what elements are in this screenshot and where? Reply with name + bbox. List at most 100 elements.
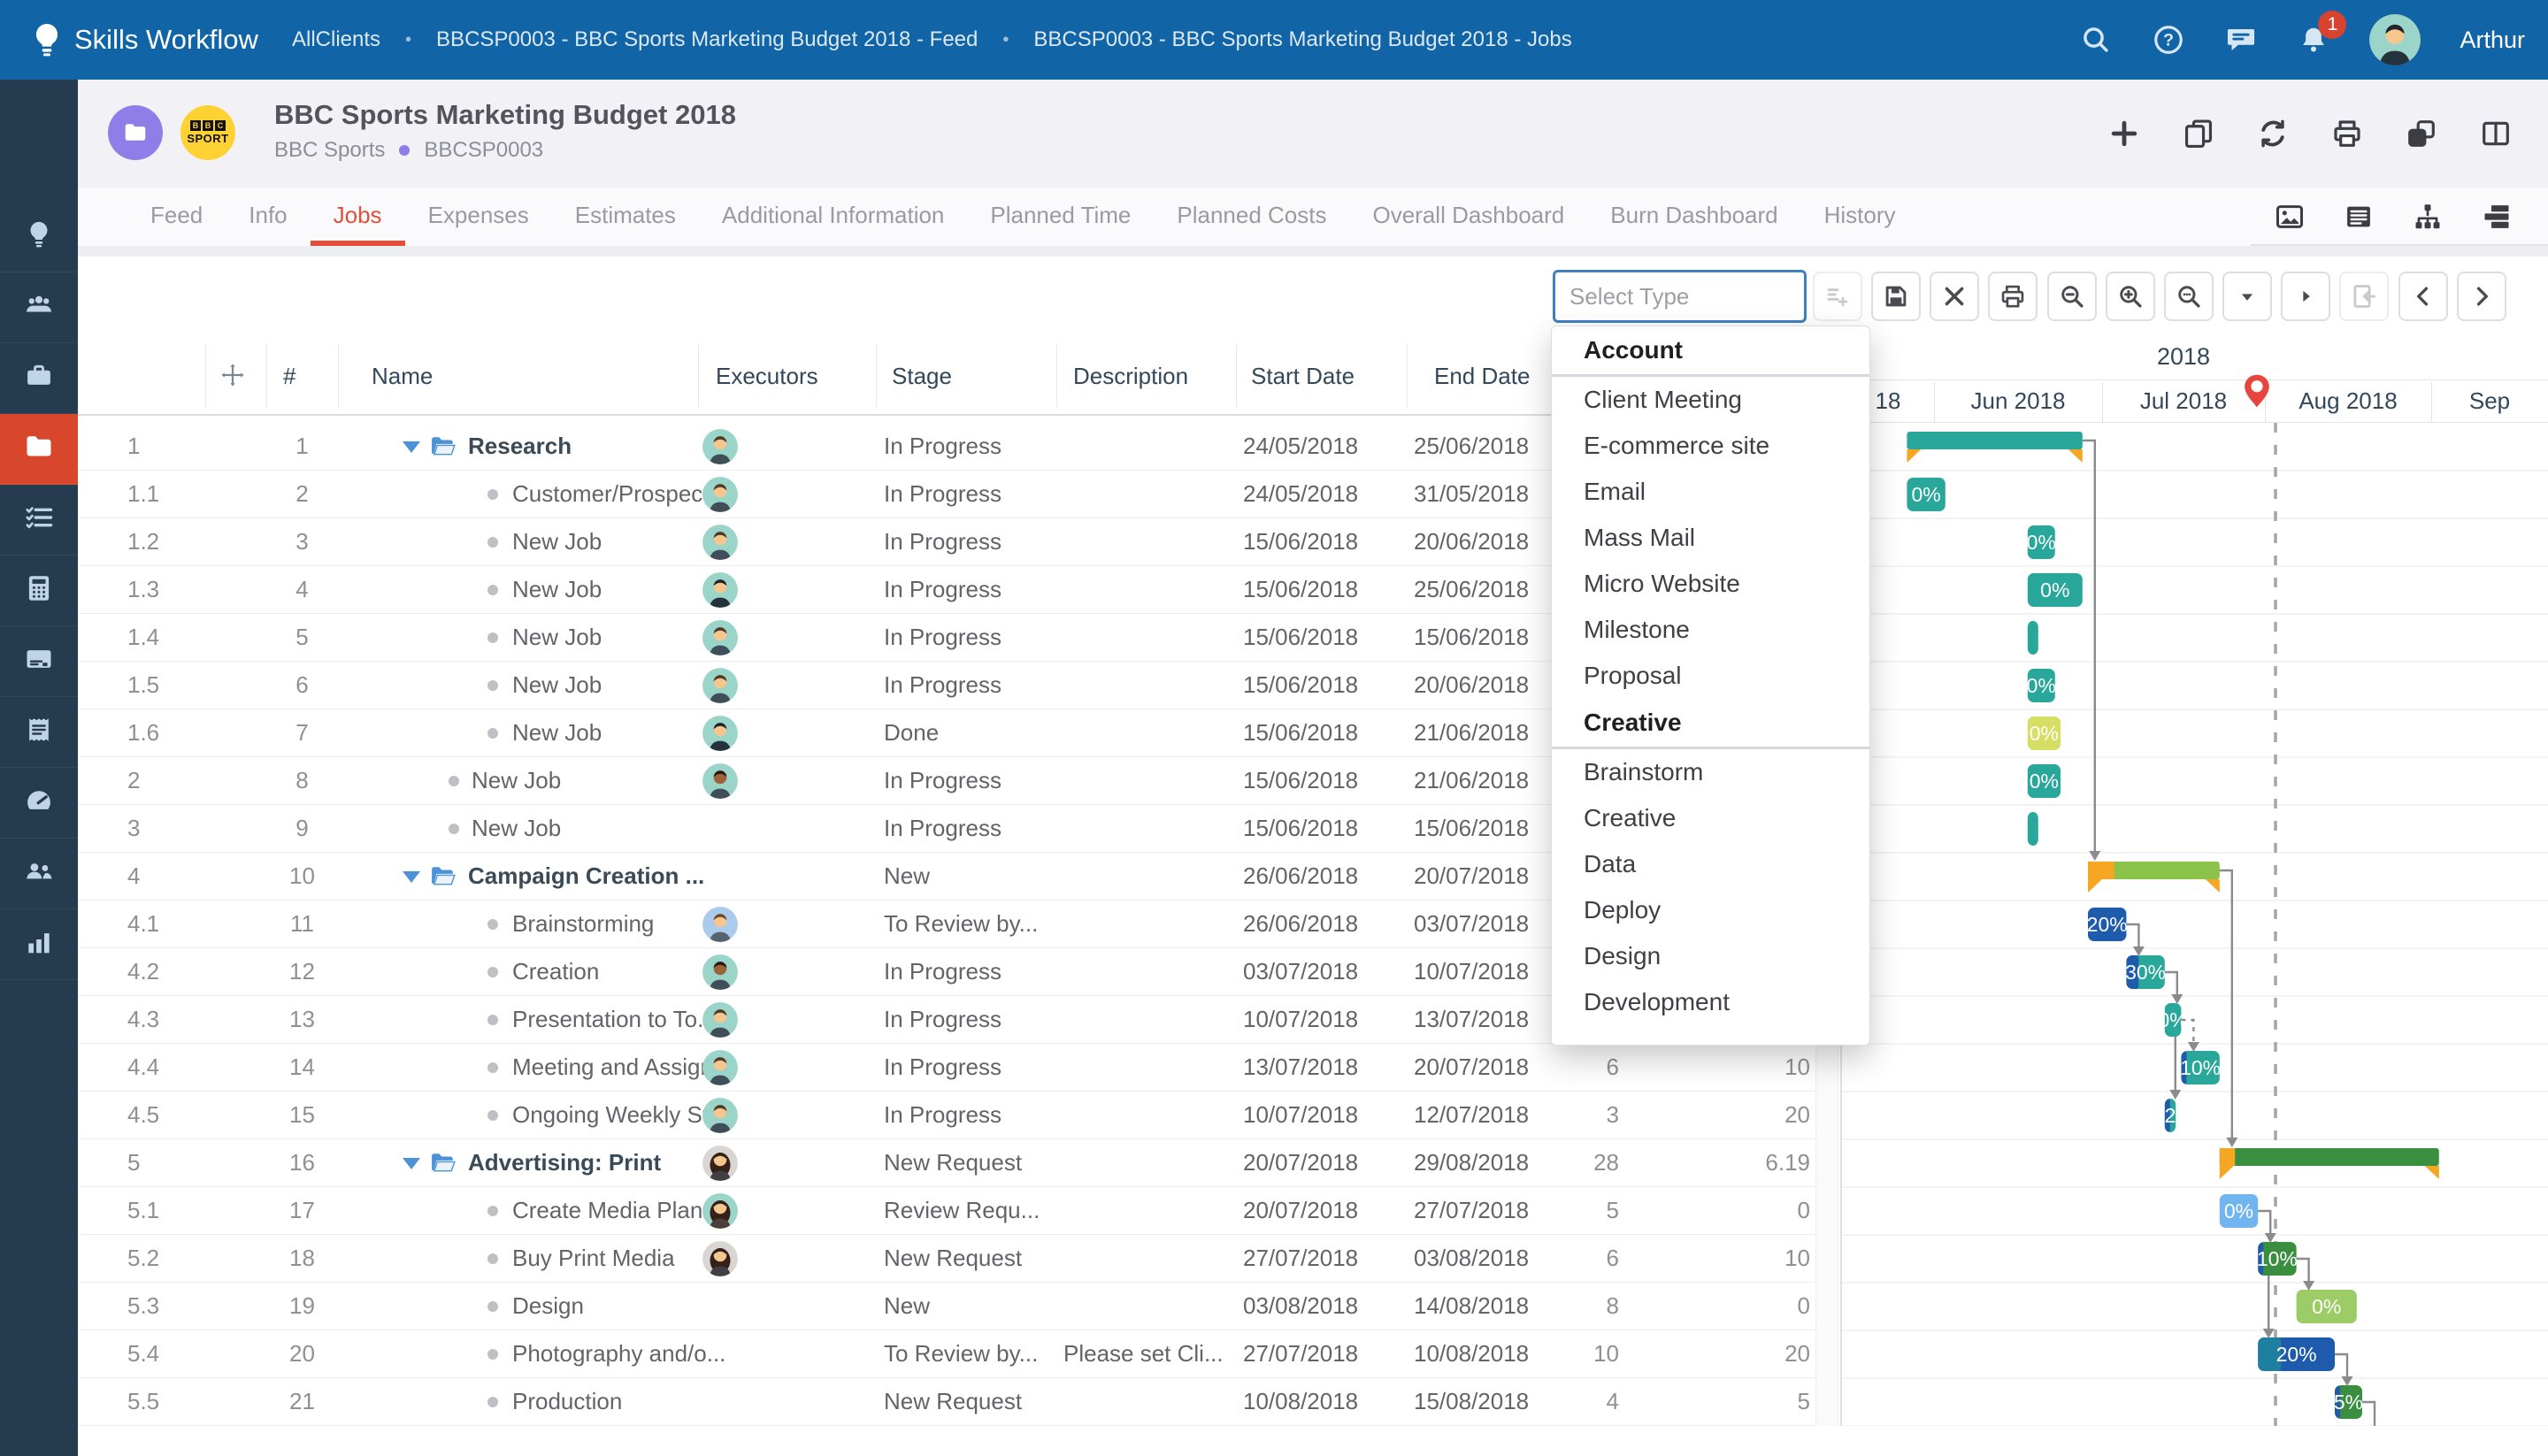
tab-feed[interactable]: Feed	[127, 188, 226, 246]
gantt-summary-bar[interactable]	[2088, 862, 2220, 893]
table-row[interactable]: 4.515Ongoing Weekly St...In Progress10/0…	[78, 1092, 1815, 1139]
gantt-task-bar[interactable]: 0%	[2027, 669, 2056, 702]
chevron-right-button[interactable]	[2457, 272, 2506, 321]
tab-overall-dashboard[interactable]: Overall Dashboard	[1349, 188, 1587, 246]
sidebar-item-chart[interactable]	[0, 909, 78, 980]
clear-button[interactable]	[1930, 272, 1979, 321]
image-view-icon[interactable]	[2274, 201, 2306, 233]
tab-planned-costs[interactable]: Planned Costs	[1154, 188, 1349, 246]
job-name[interactable]: Brainstorming	[512, 900, 654, 947]
gantt-summary-bar[interactable]	[1907, 432, 2082, 463]
table-row[interactable]: 5.218Buy Print MediaNew Request27/07/201…	[78, 1235, 1815, 1283]
column-header-stage[interactable]: Stage	[892, 336, 952, 416]
job-name[interactable]: New Job	[512, 709, 602, 756]
columns-action-icon[interactable]	[2479, 117, 2513, 150]
dropdown-option[interactable]: Data	[1552, 841, 1869, 887]
gantt-task-bar[interactable]: 10%	[2180, 1051, 2221, 1084]
table-row[interactable]: 4.414Meeting and Assign...In Progress13/…	[78, 1044, 1815, 1092]
job-name[interactable]: Buy Print Media	[512, 1235, 675, 1282]
job-name[interactable]: Design	[512, 1283, 584, 1330]
save-button[interactable]	[1871, 272, 1921, 321]
tab-jobs[interactable]: Jobs	[311, 188, 405, 246]
dropdown-option[interactable]: Micro Website	[1552, 561, 1869, 607]
gantt-task-bar[interactable]: 0%	[2028, 573, 2083, 607]
dropdown-option[interactable]: Milestone	[1552, 607, 1869, 653]
sidebar-item-users[interactable]	[0, 839, 78, 909]
job-name[interactable]: New Job	[472, 805, 561, 852]
job-name[interactable]: Campaign Creation ...	[468, 853, 704, 900]
gantt-summary-bar[interactable]	[2220, 1148, 2439, 1179]
job-name[interactable]: New Job	[512, 566, 602, 613]
job-name[interactable]: Production	[512, 1378, 622, 1425]
dropdown-option[interactable]: E-commerce site	[1552, 423, 1869, 469]
column-header-#[interactable]: #	[283, 336, 295, 416]
sidebar-item-card[interactable]	[0, 626, 78, 697]
job-name[interactable]: Presentation to To...	[512, 996, 717, 1043]
tree-view-icon[interactable]	[2412, 201, 2444, 233]
dropdown-option[interactable]: Creative	[1552, 795, 1869, 841]
gantt-task-bar[interactable]: 5%	[2334, 1385, 2363, 1419]
collapse-caret-icon[interactable]	[403, 441, 420, 453]
add-action-icon[interactable]	[2107, 117, 2141, 150]
drag-handle-icon[interactable]	[219, 362, 246, 390]
job-name[interactable]: Research	[468, 423, 572, 470]
table-row[interactable]: 516Advertising: PrintNew Request20/07/20…	[78, 1139, 1815, 1187]
tab-estimates[interactable]: Estimates	[552, 188, 699, 246]
help-icon[interactable]: ?	[2152, 23, 2185, 57]
rows-view-icon[interactable]	[2481, 201, 2513, 233]
sidebar-item-briefcase[interactable]	[0, 343, 78, 414]
collapse-caret-icon[interactable]	[403, 871, 420, 883]
gantt-task-bar[interactable]: 0%	[2027, 525, 2056, 559]
tab-history[interactable]: History	[1801, 188, 1919, 246]
job-name[interactable]: Meeting and Assign...	[512, 1044, 733, 1091]
gantt-task-bar[interactable]: 0%	[2297, 1290, 2357, 1323]
tab-additional-information[interactable]: Additional Information	[699, 188, 967, 246]
gantt-task-bar[interactable]: 2	[2165, 1099, 2176, 1132]
tab-info[interactable]: Info	[226, 188, 310, 246]
breadcrumb-item[interactable]: BBCSP0003 - BBC Sports Marketing Budget …	[436, 27, 978, 52]
gantt-task-bar[interactable]: 0%	[1907, 478, 1945, 511]
sidebar-item-folder[interactable]	[0, 414, 78, 485]
dropdown-option[interactable]: Email	[1552, 469, 1869, 515]
column-header-executors[interactable]: Executors	[716, 336, 818, 416]
dropdown-option[interactable]: Deploy	[1552, 887, 1869, 933]
gantt-task-bar[interactable]: 20%	[2087, 908, 2128, 941]
column-header-end-date[interactable]: End Date	[1434, 336, 1530, 416]
chevron-left-button[interactable]	[2398, 272, 2448, 321]
dropdown-option[interactable]: Proposal	[1552, 653, 1869, 699]
dropdown-option[interactable]: Mass Mail	[1552, 515, 1869, 561]
select-type-input[interactable]	[1553, 270, 1807, 323]
user-avatar[interactable]	[2369, 14, 2421, 65]
sidebar-item-team[interactable]	[0, 272, 78, 343]
print-action-icon[interactable]	[2330, 117, 2364, 150]
gantt-task-bar[interactable]	[2028, 621, 2038, 655]
column-header-name[interactable]: Name	[372, 336, 433, 416]
breadcrumb-item[interactable]: AllClients	[292, 27, 380, 52]
refresh-action-icon[interactable]	[2256, 117, 2290, 150]
dropdown-option[interactable]: Development	[1552, 979, 1869, 1025]
job-name[interactable]: Ongoing Weekly St...	[512, 1092, 728, 1138]
table-row[interactable]: 5.117Create Media Plan (...Review Requ..…	[78, 1187, 1815, 1235]
tab-planned-time[interactable]: Planned Time	[967, 188, 1154, 246]
sidebar-item-lamp[interactable]	[0, 202, 78, 272]
zoom-reset-button[interactable]	[2164, 272, 2214, 321]
search-icon[interactable]	[2079, 23, 2113, 57]
tab-burn-dashboard[interactable]: Burn Dashboard	[1587, 188, 1800, 246]
print-button[interactable]	[1988, 272, 2038, 321]
table-row[interactable]: 5.319DesignNew03/08/201814/08/201880	[78, 1283, 1815, 1330]
caret-down-button[interactable]	[2222, 272, 2272, 321]
column-header-description[interactable]: Description	[1073, 336, 1188, 416]
job-name[interactable]: New Job	[512, 614, 602, 661]
collapse-caret-icon[interactable]	[403, 1158, 420, 1169]
gantt-task-bar[interactable]: 0%	[2028, 764, 2061, 798]
gantt-task-bar[interactable]: 10%	[2257, 1242, 2298, 1276]
dropdown-option[interactable]: Brainstorm	[1552, 749, 1869, 795]
sidebar-item-checklist[interactable]	[0, 485, 78, 556]
gantt-task-bar[interactable]: 20%	[2258, 1337, 2335, 1371]
windows-action-icon[interactable]	[2405, 117, 2438, 150]
bell-icon[interactable]: 1	[2297, 23, 2330, 57]
gantt-task-bar[interactable]: 0%	[2028, 717, 2061, 750]
caret-right-button[interactable]	[2281, 272, 2330, 321]
sidebar-item-gauge[interactable]	[0, 768, 78, 839]
gantt-task-bar[interactable]	[2028, 812, 2038, 846]
